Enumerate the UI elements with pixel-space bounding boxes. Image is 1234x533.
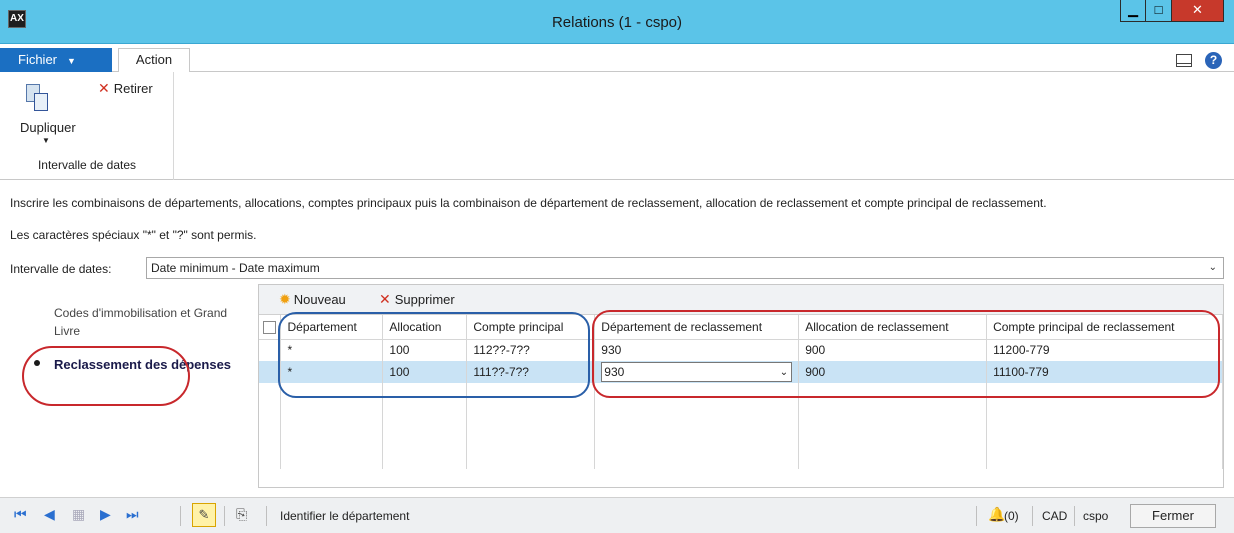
chevron-down-icon: ▼ — [42, 136, 50, 145]
divider — [266, 506, 267, 526]
new-button[interactable]: ✹ Nouveau — [279, 291, 346, 308]
divider — [1074, 506, 1075, 526]
date-range-value: Date minimum - Date maximum — [151, 261, 320, 275]
grid-view-icon[interactable]: ▦ — [72, 506, 85, 523]
window-title: Relations (1 - cspo) — [551, 14, 683, 31]
currency-label[interactable]: CAD — [1042, 509, 1067, 523]
alerts-count[interactable]: (0) — [1004, 509, 1019, 523]
panel-toggle-icon[interactable] — [1176, 54, 1192, 67]
ribbon-group-date-range: Dupliquer ▼ ✕ Retirer Intervalle de dates — [0, 72, 174, 180]
minimize-button[interactable]: ▁ — [1120, 0, 1146, 22]
close-icon: ✕ — [1192, 2, 1203, 17]
help-icon[interactable]: ? — [1205, 52, 1222, 69]
bell-icon[interactable]: 🔔 — [988, 506, 1005, 523]
edit-pencil-icon[interactable]: ✎ — [192, 503, 216, 527]
instruction-line-2: Les caractères spéciaux "*" et "?" sont … — [10, 228, 257, 242]
divider — [180, 506, 181, 526]
ribbon-group-label: Intervalle de dates — [37, 158, 137, 172]
delete-button[interactable]: ✕ Supprimer — [379, 291, 455, 308]
side-nav: Codes d'immobilisation et Grand Livre Re… — [0, 284, 258, 488]
close-button[interactable]: Fermer — [1130, 504, 1216, 528]
annotation-blue-oval — [278, 312, 590, 398]
status-bar: ⏮ ◀ ▦ ▶ ⏭ ✎ ⎘ Identifier le département … — [0, 497, 1234, 533]
last-record-icon[interactable]: ⏭ — [126, 506, 139, 523]
delete-x-icon: ✕ — [98, 80, 110, 96]
divider — [1032, 506, 1033, 526]
maximize-button[interactable]: □ — [1146, 0, 1172, 22]
title-bar: AX Relations (1 - cspo) ▁ □ ✕ — [0, 0, 1234, 44]
divider — [224, 506, 225, 526]
tab-file-label: Fichier — [18, 52, 58, 67]
date-range-select[interactable]: Date minimum - Date maximum ⌄ — [146, 257, 1224, 279]
chevron-down-icon: ▼ — [67, 56, 76, 66]
duplicate-button[interactable]: Dupliquer ▼ — [20, 80, 76, 150]
ribbon: Dupliquer ▼ ✕ Retirer Intervalle de dates — [0, 72, 1234, 180]
attachment-icon[interactable]: ⎘ — [236, 506, 247, 523]
sidebar-item-fixed-assets[interactable]: Codes d'immobilisation et Grand Livre — [54, 304, 234, 340]
annotation-red-oval — [592, 310, 1220, 398]
chevron-down-icon: ⌄ — [1208, 262, 1217, 273]
new-label: Nouveau — [293, 292, 346, 307]
date-range-label: Intervalle de dates: — [10, 262, 112, 276]
ribbon-tabs: Fichier ▼ Action ? — [0, 44, 1234, 73]
close-window-button[interactable]: ✕ — [1172, 0, 1224, 22]
duplicate-icon — [26, 84, 50, 114]
first-record-icon[interactable]: ⏮ — [14, 506, 27, 523]
previous-record-icon[interactable]: ◀ — [44, 506, 55, 523]
duplicate-label: Dupliquer — [20, 120, 76, 135]
remove-label: Retirer — [113, 81, 153, 96]
status-text: Identifier le département — [280, 509, 410, 523]
company-label[interactable]: cspo — [1083, 509, 1108, 523]
delete-x-icon: ✕ — [379, 291, 391, 307]
tab-file[interactable]: Fichier ▼ — [0, 48, 112, 72]
divider — [976, 506, 977, 526]
maximize-icon: □ — [1154, 2, 1163, 17]
new-star-icon: ✹ — [279, 291, 291, 307]
annotation-red-oval — [22, 346, 190, 406]
next-record-icon[interactable]: ▶ — [100, 506, 111, 523]
instruction-line-1: Inscrire les combinaisons de département… — [10, 196, 1047, 210]
tab-action[interactable]: Action — [118, 48, 190, 73]
remove-button[interactable]: ✕ Retirer — [98, 80, 153, 98]
minimize-icon: ▁ — [1128, 2, 1138, 17]
delete-label: Supprimer — [394, 292, 455, 307]
